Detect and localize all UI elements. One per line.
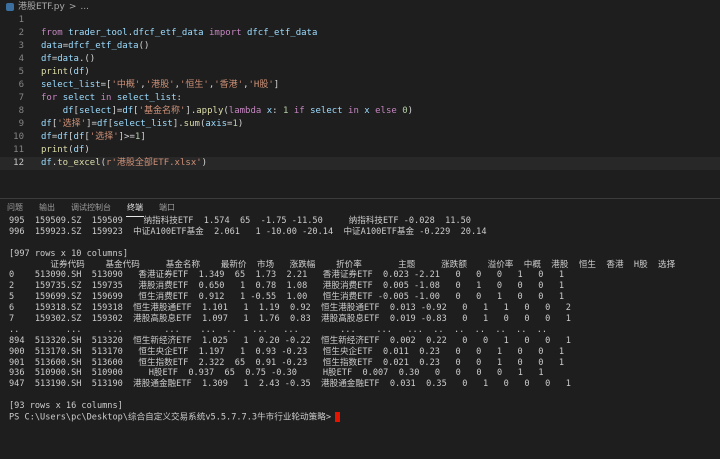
panel-tab[interactable]: 调试控制台 [70, 202, 112, 213]
code-text[interactable]: select_list=['中概','港股','恒生','香港','H股'] [41, 79, 279, 92]
python-file-icon [6, 3, 14, 11]
terminal-line: 996 159923.SZ 159923 中证A100ETF基金 2.061 1… [9, 226, 487, 237]
code-text[interactable]: print(df) [41, 66, 90, 79]
code-text[interactable]: df[select]=df['基金名称'].apply(lambda x: 1 … [41, 105, 413, 118]
code-line[interactable]: 11 print(df) [0, 144, 720, 157]
line-number: 7 [18, 93, 24, 103]
code-text[interactable]: from trader_tool.dfcf_etf_data import df… [41, 27, 317, 40]
breadcrumb-file[interactable]: 港股ETF.py [18, 0, 65, 14]
line-number: 9 [18, 119, 24, 129]
terminal-line: 894 513320.SH 513320 恒生新经济ETF 1.025 1 0.… [9, 335, 571, 346]
line-number: 2 [18, 28, 24, 38]
line-number: 8 [18, 106, 24, 116]
terminal-line: 0 513090.SH 513090 香港证券ETF 1.349 65 1.73… [9, 270, 565, 281]
line-number: 4 [18, 54, 24, 64]
line-number: 3 [18, 41, 24, 51]
line-number: 1 [18, 15, 24, 25]
code-text[interactable]: df.to_excel(r'港股全部ETF.xlsx') [41, 157, 207, 170]
code-line[interactable]: 7 for select in select_list: [0, 92, 720, 105]
code-text[interactable]: df=df[df['选择']>=1] [41, 131, 146, 144]
line-number: 6 [18, 80, 24, 90]
line-number: 10 [13, 132, 24, 142]
terminal-line: 5 159699.SZ 159699 恒生消费ETF 0.912 1 -0.55… [9, 292, 565, 303]
terminal-line: .. ... ... ... ... .. ... ... ... ... ..… [9, 324, 548, 335]
panel-tab[interactable]: 终端 [126, 202, 144, 217]
code-text[interactable]: data=dfcf_etf_data() [41, 40, 149, 53]
code-text[interactable]: df=data.() [41, 53, 95, 66]
terminal-line: 证券代码 基金代码 基金名称 最新价 市场 涨跌幅 折价率 主题 涨跌额 溢价率… [9, 259, 676, 270]
code-line[interactable]: 4 df=data.() [0, 53, 720, 66]
terminal-line: 900 513170.SH 513170 恒生央企ETF 1.197 1 0.9… [9, 346, 565, 357]
code-line[interactable]: 8 df[select]=df['基金名称'].apply(lambda x: … [0, 105, 720, 118]
terminal-line: 7 159302.SZ 159302 港股高股息ETF 1.097 1 1.76… [9, 314, 571, 325]
code-line[interactable]: 6 select_list=['中概','港股','恒生','香港','H股'] [0, 79, 720, 92]
code-line[interactable]: 1 [0, 14, 720, 27]
terminal-line: [93 rows x 16 columns] [9, 401, 123, 412]
code-line[interactable]: 9 df['选择']=df[select_list].sum(axis=1) [0, 118, 720, 131]
terminal-cursor [335, 412, 341, 423]
terminal-line: 936 510900.SH 510900 H股ETF 0.937 65 0.75… [9, 368, 544, 379]
breadcrumb-separator: > [68, 2, 77, 12]
code-line[interactable]: 3 data=dfcf_etf_data() [0, 40, 720, 53]
panel-tab[interactable]: 问题 [6, 202, 24, 213]
panel-tabs: 问题 输出 调试控制台 终端 端口 [0, 199, 720, 217]
code-text[interactable]: print(df) [41, 144, 90, 157]
code-line[interactable]: 5 print(df) [0, 66, 720, 79]
line-number: 11 [13, 145, 24, 155]
terminal-line: 901 513600.SH 513600 恒生指数ETF 2.322 65 0.… [9, 357, 565, 368]
code-line[interactable]: 12 df.to_excel(r'港股全部ETF.xlsx') [0, 157, 720, 170]
terminal-output[interactable]: 995 159509.SZ 159509 纳指科技ETF 1.574 65 -1… [9, 216, 720, 423]
code-line[interactable]: 2 from trader_tool.dfcf_etf_data import d… [0, 27, 720, 40]
terminal-line: 2 159735.SZ 159735 港股消费ETF 0.650 1 0.78 … [9, 281, 565, 292]
bottom-panel: 问题 输出 调试控制台 终端 端口 995 159509.SZ 159509 纳指科技E… [0, 198, 720, 459]
terminal-line: 995 159509.SZ 159509 纳指科技ETF 1.574 65 -1… [9, 216, 471, 226]
line-number: 12 [13, 158, 24, 168]
code-line[interactable]: 10 df=df[df['选择']>=1] [0, 131, 720, 144]
code-text[interactable]: for select in select_list: [41, 92, 182, 105]
panel-tab[interactable]: 端口 [158, 202, 176, 213]
terminal-line: 947 513190.SH 513190 港股通金融ETF 1.309 1 2.… [9, 379, 571, 390]
breadcrumb[interactable]: 港股ETF.py > ... [0, 0, 720, 14]
terminal-line: [997 rows x 10 columns] [9, 248, 128, 259]
line-number: 5 [18, 67, 24, 77]
code-text[interactable]: df['选择']=df[select_list].sum(axis=1) [41, 118, 243, 131]
code-editor[interactable]: 1 2 from trader_tool.dfcf_etf_data import … [0, 14, 720, 188]
terminal-line: 6 159318.SZ 159318 恒生港股通ETF 1.101 1 1.19… [9, 303, 571, 314]
terminal-line: PS C:\Users\pc\Desktop\综合自定义交易系统v5.5.7.7… [9, 412, 720, 423]
panel-tab[interactable]: 输出 [38, 202, 56, 213]
breadcrumb-more[interactable]: ... [80, 0, 89, 14]
